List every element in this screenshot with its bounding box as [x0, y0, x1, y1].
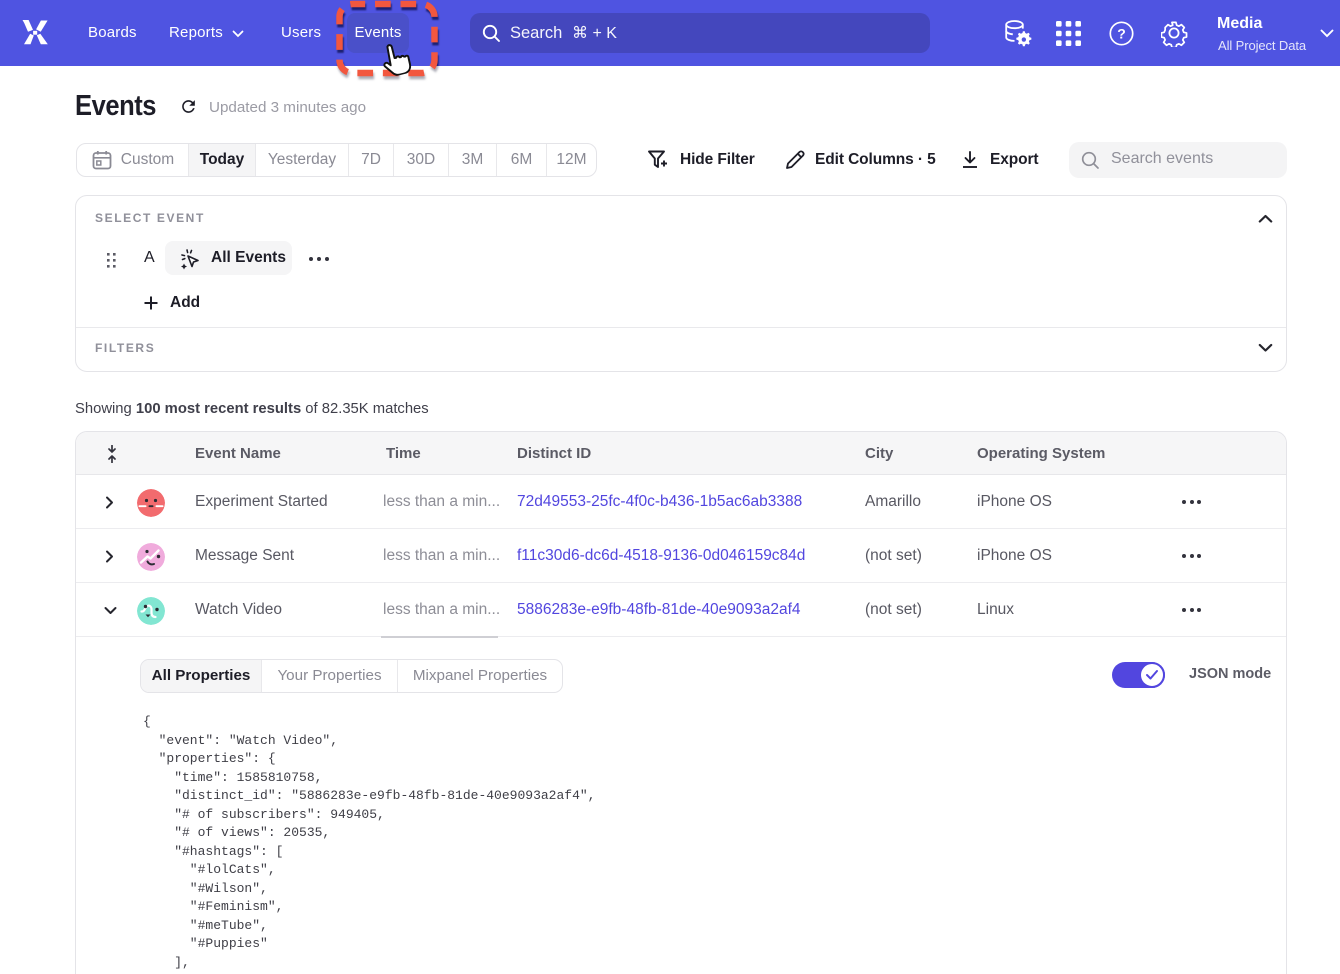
svg-text:?: ? [1117, 26, 1126, 42]
